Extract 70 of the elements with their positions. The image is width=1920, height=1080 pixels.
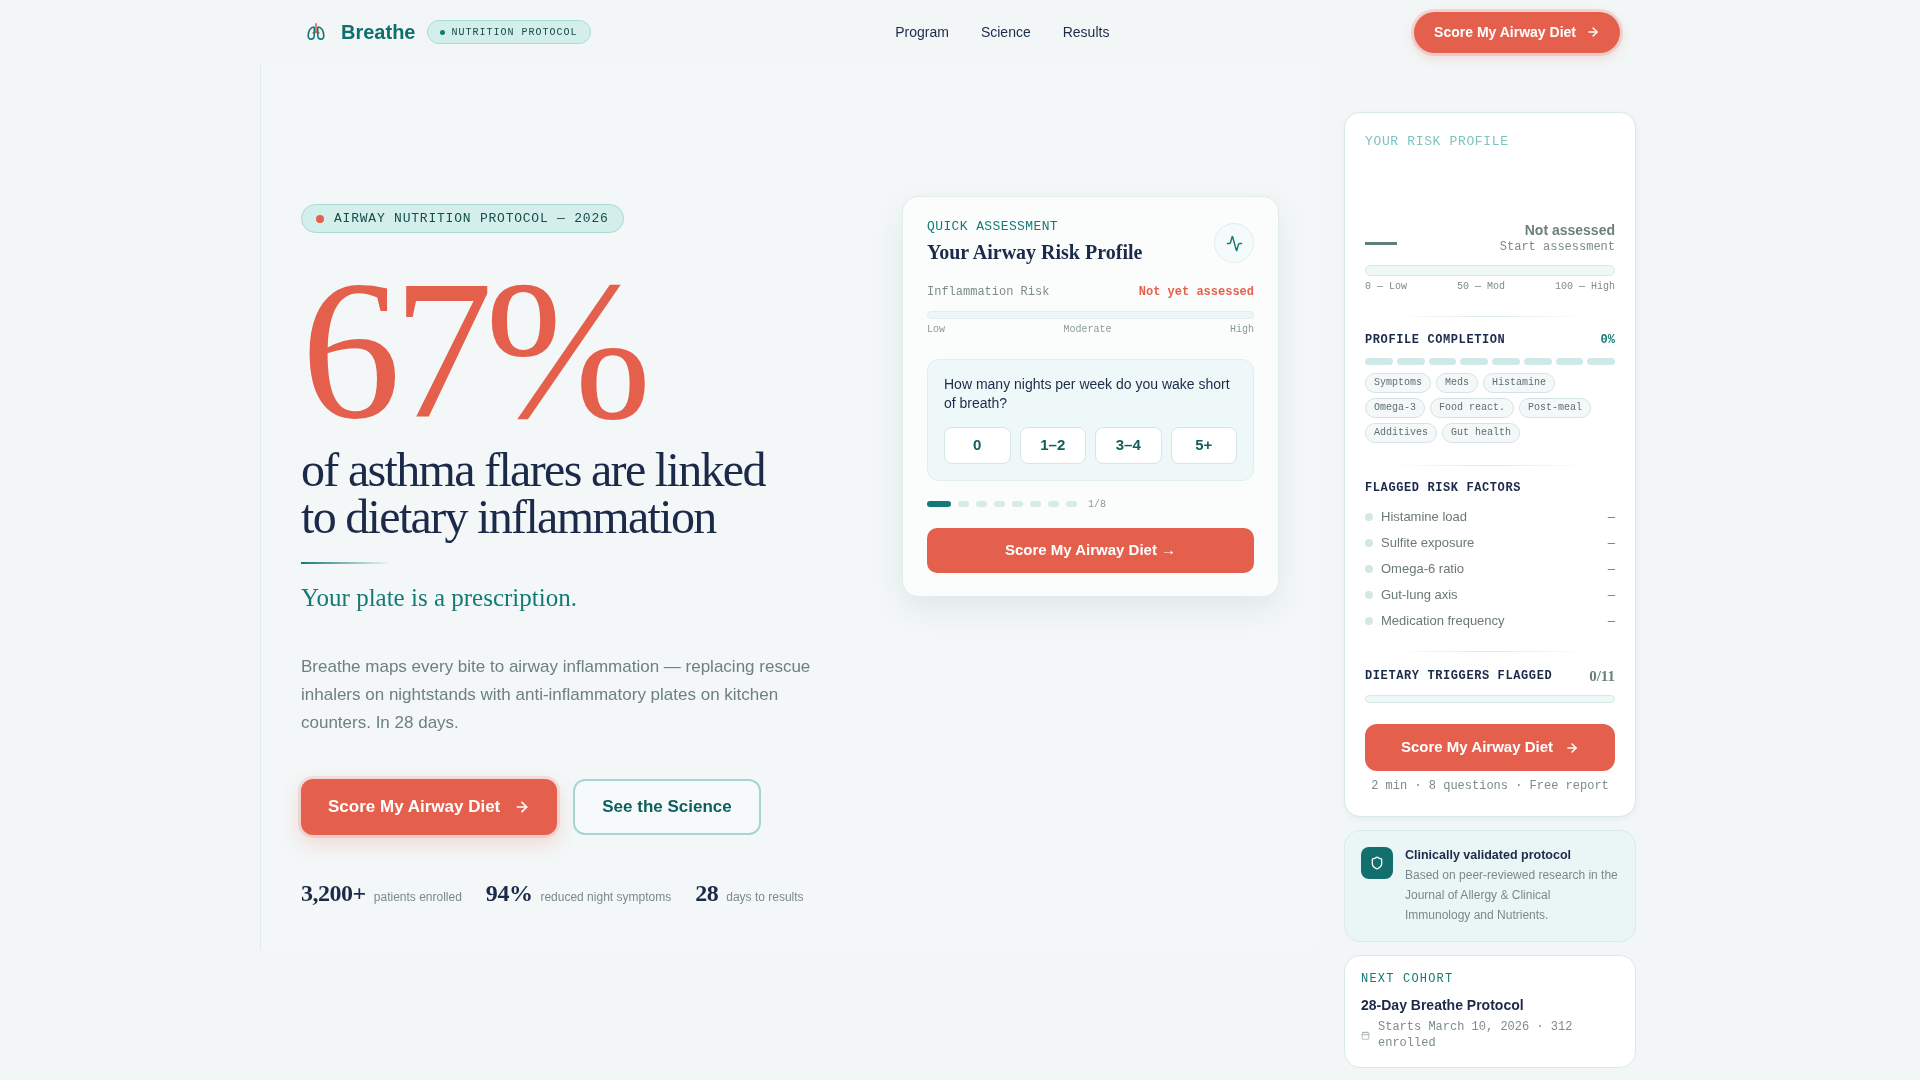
scale-label: Low bbox=[927, 324, 945, 336]
answer-option[interactable]: 3–4 bbox=[1095, 427, 1162, 464]
factor-label: Gut-lung axis bbox=[1381, 586, 1459, 605]
lungs-logo-icon bbox=[305, 21, 327, 43]
topic-chip: Symptoms bbox=[1365, 373, 1431, 393]
answer-option[interactable]: 1–2 bbox=[1019, 427, 1086, 464]
nav-link[interactable]: Results bbox=[1062, 21, 1110, 43]
answer-option[interactable]: 5+ bbox=[1170, 427, 1237, 464]
scale-label: Moderate bbox=[1063, 324, 1112, 336]
answer-option[interactable]: 0 bbox=[944, 427, 1011, 464]
shield-icon bbox=[1361, 847, 1393, 879]
factor-value: – bbox=[1607, 534, 1615, 553]
section-title: FLAGGED RISK FACTORS bbox=[1365, 480, 1523, 496]
stat-label: reduced night symptoms bbox=[540, 889, 672, 906]
stat-value: 28 bbox=[695, 879, 719, 908]
step-counter: 1/8 bbox=[1088, 497, 1106, 512]
validation-title: Clinically validated protocol bbox=[1405, 847, 1572, 863]
card-title: Your Airway Risk Profile bbox=[927, 240, 1143, 264]
score-status: Not assessed bbox=[1524, 221, 1615, 239]
cohort-title: 28-Day Breathe Protocol bbox=[1361, 996, 1525, 1014]
tagline: Your plate is a prescription. bbox=[301, 583, 577, 613]
topic-chip: Meds bbox=[1436, 373, 1479, 393]
calendar-icon bbox=[1361, 1030, 1370, 1040]
card-eyebrow: QUICK ASSESSMENT bbox=[927, 219, 1060, 235]
cohort-detail: Starts March 10, 2026 · 312 enrolled bbox=[1378, 1019, 1574, 1051]
topic-chip: Histamine bbox=[1483, 373, 1556, 393]
triggers-count: 0/11 bbox=[1589, 668, 1615, 684]
footnote: 2 min · 8 questions · Free report bbox=[1370, 778, 1610, 794]
stat-value: 3,200+ bbox=[301, 879, 366, 908]
factor-label: Sulfite exposure bbox=[1381, 534, 1476, 553]
nav-link[interactable]: Program bbox=[895, 21, 949, 43]
stat-value: 94% bbox=[485, 879, 533, 908]
scale-label: 100 — High bbox=[1554, 281, 1615, 293]
hero-description: Breathe maps every bite to airway inflammation — replacing rescue inhalers on nightstands with anti-inflammatory plates on kitchen counters. In 28 days. bbox=[301, 656, 812, 734]
brand-name: Breathe bbox=[341, 20, 416, 44]
topic-chip: Additives bbox=[1365, 423, 1437, 443]
factor-label: Omega-6 ratio bbox=[1381, 560, 1466, 579]
scale-label: High bbox=[1229, 324, 1254, 336]
risk-label: Inflammation Risk bbox=[927, 284, 1050, 300]
stat-label: days to results bbox=[726, 889, 804, 906]
arrow-right-icon bbox=[1586, 25, 1600, 39]
headline-stat: 67% bbox=[301, 250, 644, 450]
question-text: How many nights per week do you wake short of breath? bbox=[944, 375, 1231, 413]
completion-value: 0% bbox=[1600, 332, 1615, 348]
topic-chip: Gut health bbox=[1442, 423, 1521, 443]
nav-link[interactable]: Science bbox=[980, 21, 1031, 43]
topic-chip: Omega-3 bbox=[1365, 398, 1425, 418]
section-title: DIETARY TRIGGERS FLAGGED bbox=[1365, 668, 1553, 684]
pulse-icon bbox=[1214, 223, 1254, 263]
factor-value: – bbox=[1607, 612, 1615, 631]
section-title: PROFILE COMPLETION bbox=[1365, 332, 1506, 348]
panel-title: YOUR RISK PROFILE bbox=[1365, 134, 1510, 150]
factor-value: – bbox=[1607, 508, 1615, 527]
risk-status: Not yet assessed bbox=[1138, 284, 1254, 300]
factor-value: – bbox=[1607, 560, 1615, 579]
scale-label: 0 — Low bbox=[1365, 281, 1407, 293]
factor-value: – bbox=[1607, 586, 1615, 605]
eyebrow-text: AIRWAY NUTRITION PROTOCOL — 2026 bbox=[334, 209, 609, 228]
validation-text: Based on peer-reviewed research in the Journal of Allergy & Clinical Immunology and Nutrients. bbox=[1405, 867, 1619, 924]
topic-chip: Food react. bbox=[1430, 398, 1515, 418]
cohort-eyebrow: NEXT COHORT bbox=[1361, 972, 1455, 986]
dash-icon bbox=[1365, 242, 1397, 245]
scale-label: 50 — Mod bbox=[1457, 281, 1505, 293]
stat-label: patients enrolled bbox=[373, 889, 462, 906]
topic-chip: Post-meal bbox=[1519, 398, 1592, 418]
badge-text: NUTRITION PROTOCOL bbox=[451, 25, 578, 40]
score-hint: Start assessment bbox=[1499, 239, 1615, 255]
factor-label: Histamine load bbox=[1381, 508, 1468, 527]
see-science-button[interactable]: See the Science bbox=[573, 779, 761, 835]
factor-label: Medication frequency bbox=[1381, 612, 1506, 631]
